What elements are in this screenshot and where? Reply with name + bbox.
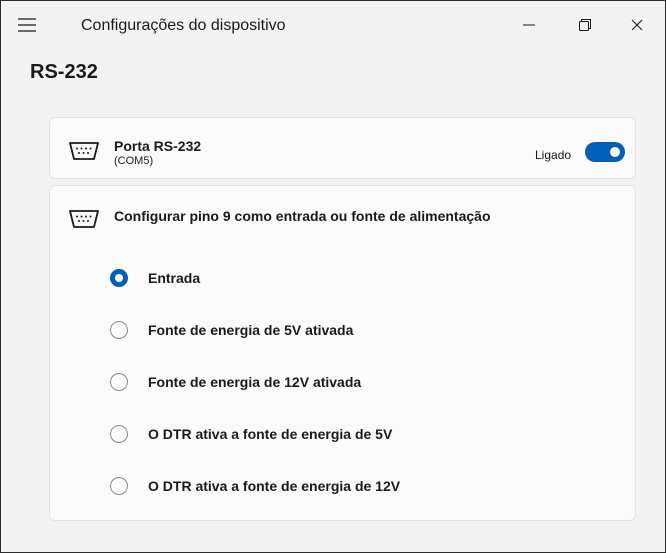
port-card: Porta RS-232 (COM5) Ligado <box>49 117 636 179</box>
radio-option-dtr-5v[interactable]: O DTR ativa a fonte de energia de 5V <box>110 421 530 447</box>
pin9-config-card: Configurar pino 9 como entrada ou fonte … <box>49 185 636 521</box>
radio-option-label: Fonte de energia de 5V ativada <box>148 322 354 338</box>
window-title: Configurações do dispositivo <box>81 17 286 34</box>
port-com-label: (COM5) <box>114 155 154 167</box>
radio-option-label: Entrada <box>148 270 201 286</box>
serial-port-icon <box>69 210 99 228</box>
radio-option-label: O DTR ativa a fonte de energia de 12V <box>148 478 401 494</box>
minimize-icon <box>523 24 535 26</box>
toggle-state-label: Ligado <box>535 148 572 162</box>
radio-button[interactable] <box>110 269 128 287</box>
minimize-button[interactable] <box>515 13 543 37</box>
hamburger-icon <box>18 18 36 32</box>
restore-icon <box>579 19 591 31</box>
title-bar: Configurações do dispositivo <box>1 1 665 49</box>
close-button[interactable] <box>623 13 651 37</box>
port-name: Porta RS-232 <box>114 138 202 154</box>
serial-port-icon <box>69 142 99 160</box>
toggle-knob <box>610 147 620 157</box>
radio-option-label: Fonte de energia de 12V ativada <box>148 374 362 390</box>
radio-button[interactable] <box>110 373 128 391</box>
page-title: RS-232 <box>30 61 98 83</box>
hamburger-menu-button[interactable] <box>15 15 39 35</box>
app-window: Configurações do dispositivo RS-232 Port… <box>0 0 666 553</box>
radio-option-label: O DTR ativa a fonte de energia de 5V <box>148 426 393 442</box>
radio-option-5v[interactable]: Fonte de energia de 5V ativada <box>110 317 530 343</box>
radio-option-dtr-12v[interactable]: O DTR ativa a fonte de energia de 12V <box>110 473 530 499</box>
radio-button[interactable] <box>110 425 128 443</box>
close-icon <box>631 19 643 31</box>
radio-option-12v[interactable]: Fonte de energia de 12V ativada <box>110 369 530 395</box>
radio-button[interactable] <box>110 477 128 495</box>
maximize-button[interactable] <box>571 13 599 37</box>
config-heading: Configurar pino 9 como entrada ou fonte … <box>114 208 491 224</box>
port-toggle-switch[interactable] <box>585 142 625 162</box>
radio-button[interactable] <box>110 321 128 339</box>
radio-option-entrada[interactable]: Entrada <box>110 265 530 291</box>
